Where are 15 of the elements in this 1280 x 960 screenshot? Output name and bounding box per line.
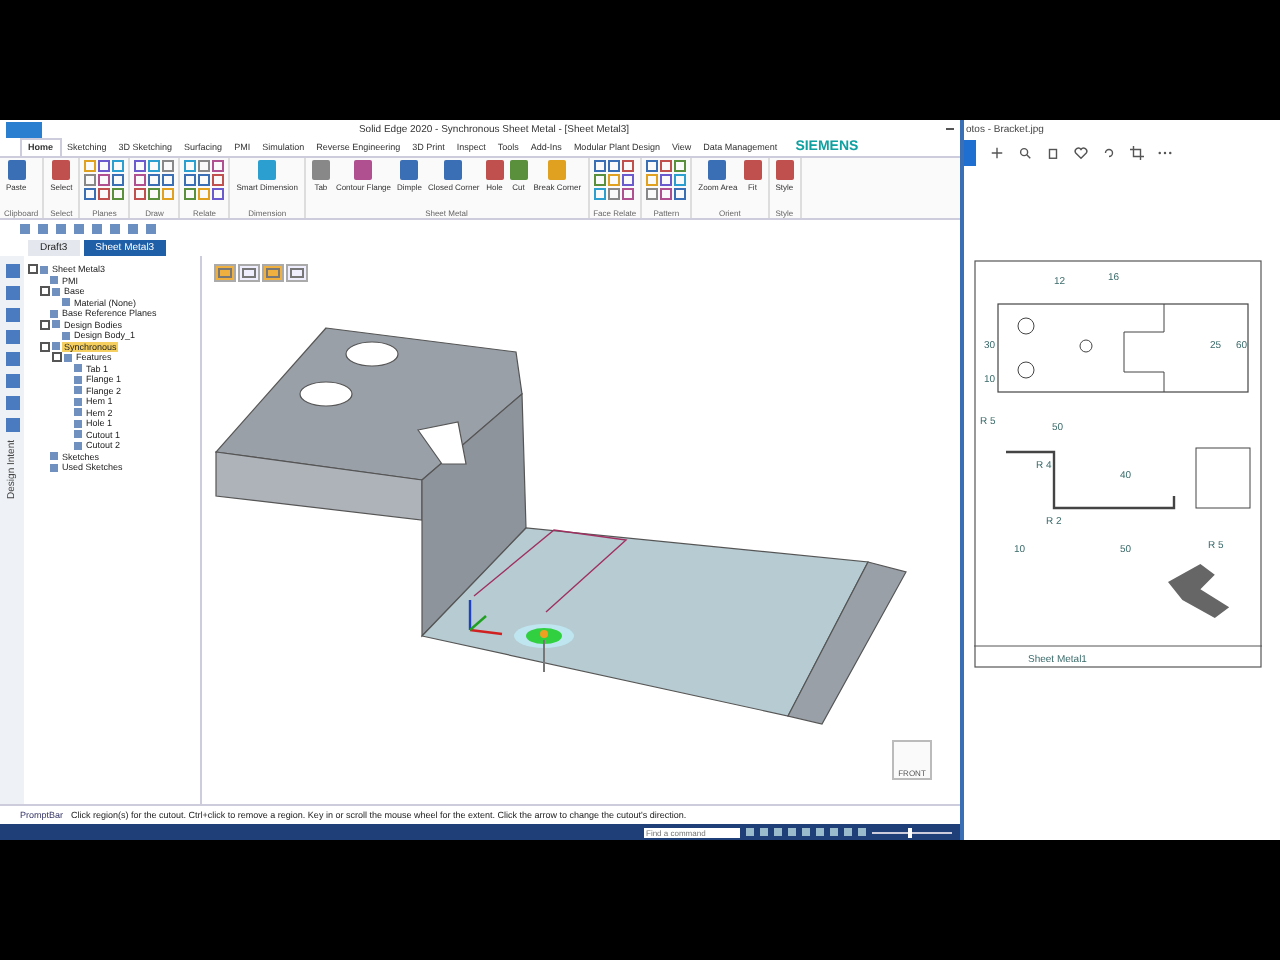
delete-icon[interactable] [1046, 146, 1060, 160]
crop-icon[interactable] [1130, 146, 1144, 160]
add-icon[interactable] [990, 146, 1004, 160]
cutout-handle-icon[interactable] [514, 624, 574, 673]
dimension-line[interactable] [473, 529, 628, 613]
view-style-button[interactable] [238, 264, 260, 282]
axis-triad-icon[interactable] [468, 600, 503, 636]
more-icon[interactable] [1158, 146, 1172, 160]
zoom-icon[interactable] [1018, 146, 1032, 160]
rotate-icon[interactable] [1102, 146, 1116, 160]
view-style-button[interactable] [286, 264, 308, 282]
app-logo-icon [6, 121, 42, 137]
heart-icon[interactable] [1074, 146, 1088, 160]
view-style-button[interactable] [262, 264, 284, 282]
view-style-button[interactable] [214, 264, 236, 282]
